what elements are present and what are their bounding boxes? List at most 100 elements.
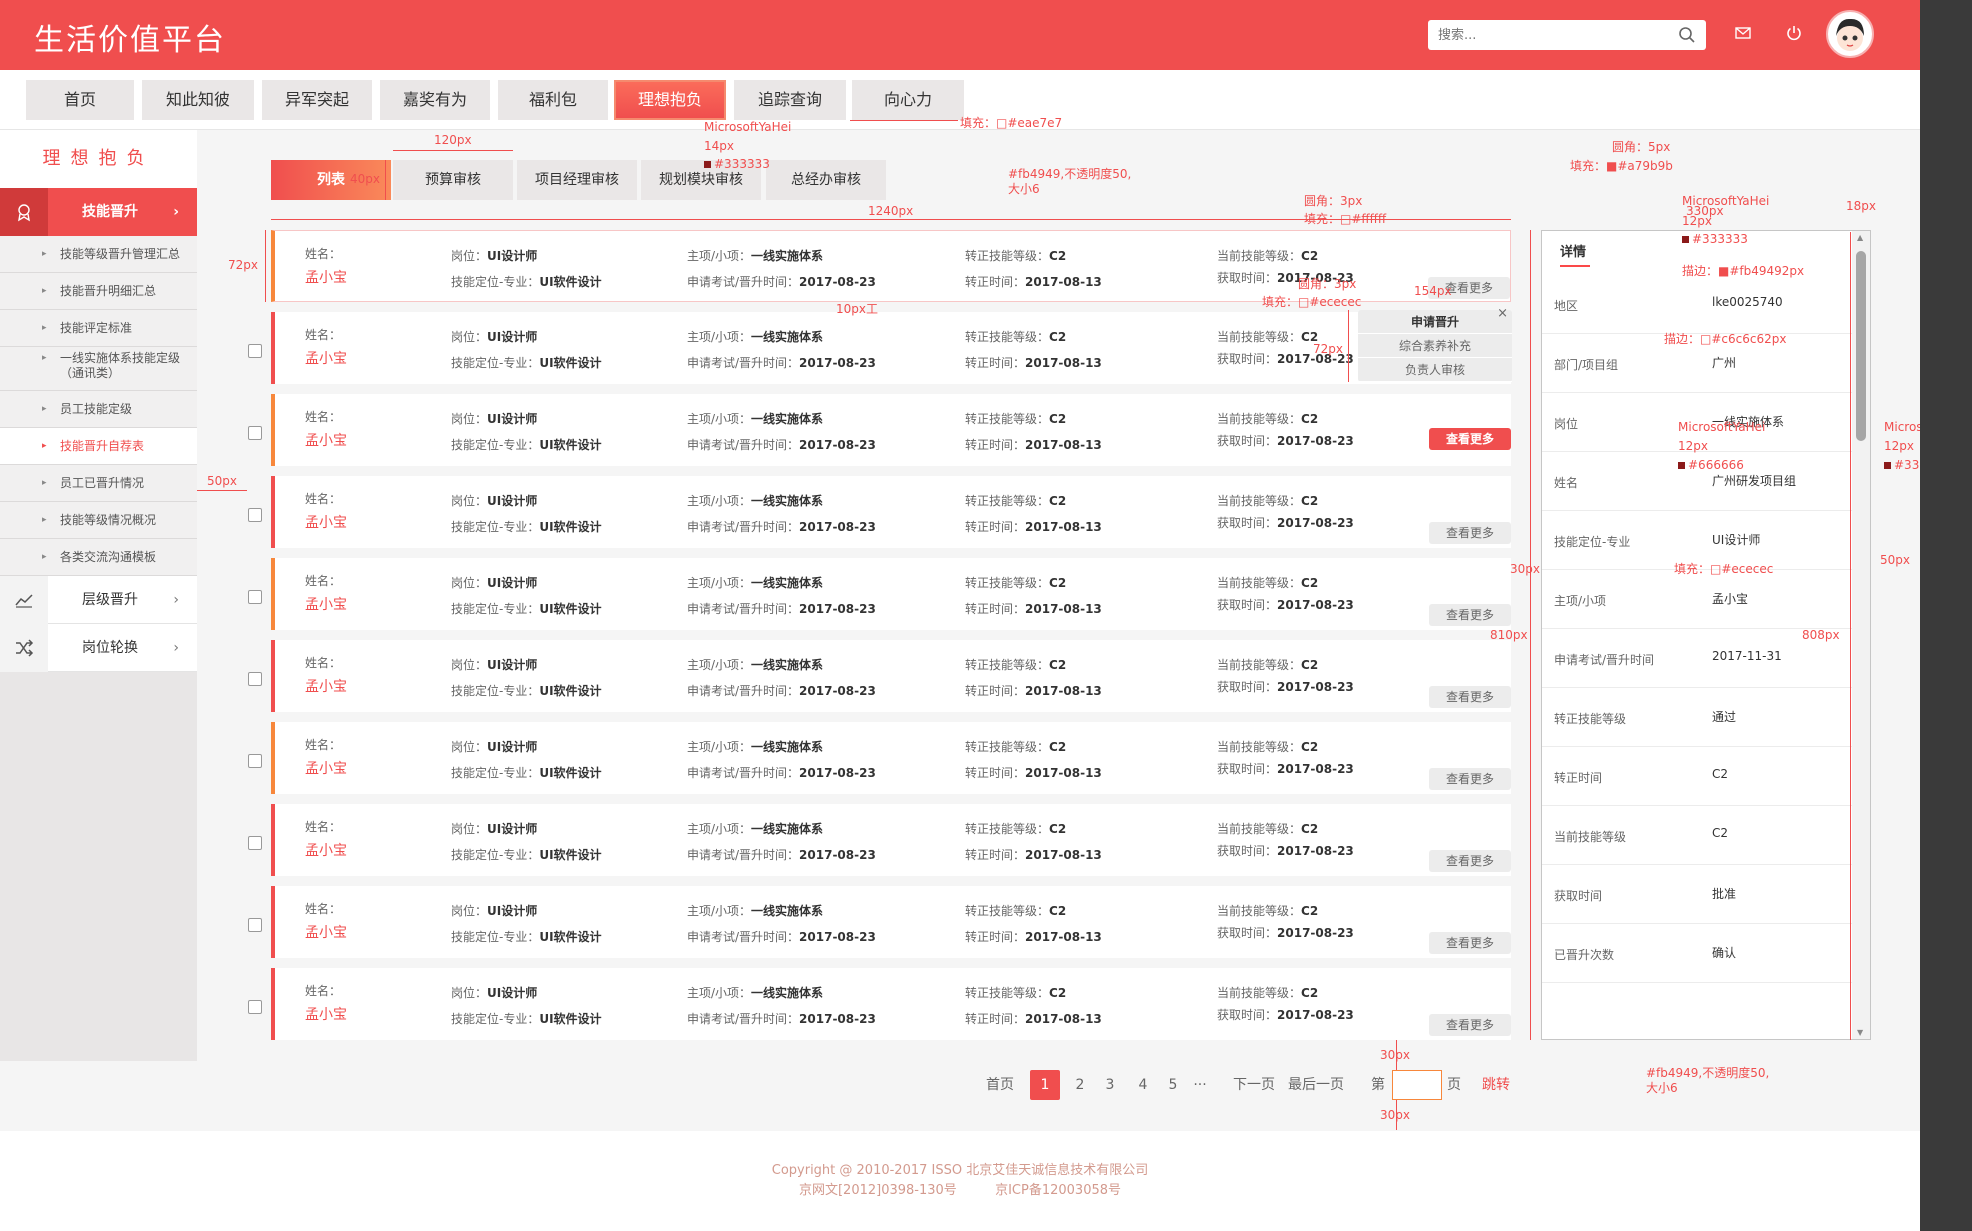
row-checkbox[interactable] — [248, 344, 262, 358]
skill-major: 技能定位-专业：UI软件设计 — [451, 436, 602, 453]
avatar[interactable] — [1826, 10, 1874, 58]
detail-value: 通过 — [1712, 710, 1737, 724]
nav-tab-centripetal[interactable]: 向心力 — [852, 80, 964, 120]
sidebar-subitem[interactable]: 技能晋升明细汇总 — [0, 273, 197, 310]
row-checkbox[interactable] — [248, 590, 262, 604]
page-number-input[interactable] — [1392, 1070, 1442, 1100]
table-row[interactable]: 姓名： 孟小宝 岗位：UI设计师 技能定位-专业：UI软件设计 主项/小项：一线实施体系… — [271, 886, 1511, 958]
sidebar-subitem-active[interactable]: 技能晋升自荐表 — [0, 428, 197, 465]
table-row[interactable]: 姓名： 孟小宝 岗位：UI设计师 技能定位-专业：UI软件设计 主项/小项：一线实施体系… — [271, 640, 1511, 712]
detail-row: 转正技能等级 通过 — [1542, 688, 1852, 747]
annotation: 10px工 — [836, 302, 878, 316]
row-checkbox[interactable] — [248, 918, 262, 932]
mail-icon[interactable] — [1734, 24, 1752, 45]
copyright: Copyright @ 2010-2017 ISSO 北京艾佳天诚信息技术有限公… — [771, 1163, 1149, 1178]
search-icon[interactable] — [1678, 26, 1696, 47]
pager-page[interactable]: 5 — [1163, 1070, 1183, 1100]
nav-tab-home[interactable]: 首页 — [26, 80, 134, 120]
regular-level-label: 转正技能等级： — [965, 658, 1050, 672]
subtab-pm-review[interactable]: 项目经理审核 — [517, 160, 637, 200]
regular-level: 转正技能等级：C2 — [965, 738, 1066, 755]
subtab-gm-review[interactable]: 总经办审核 — [766, 160, 886, 200]
pager-page[interactable]: 2 — [1070, 1070, 1090, 1100]
pager-page-current[interactable]: 1 — [1030, 1070, 1060, 1100]
view-more-button[interactable]: 查看更多 — [1429, 686, 1511, 708]
view-more-button[interactable]: 查看更多 — [1429, 428, 1511, 450]
annotation: 填充：□#ececec — [1262, 295, 1362, 309]
sidebar-subitem[interactable]: 员工已晋升情况 — [0, 465, 197, 502]
table-row[interactable]: 姓名： 孟小宝 岗位：UI设计师 技能定位-专业：UI软件设计 主项/小项：一线实施体系… — [271, 558, 1511, 630]
nav-tab-award[interactable]: 嘉奖有为 — [380, 80, 490, 120]
scroll-down-icon[interactable]: ▼ — [1857, 1028, 1863, 1037]
power-icon[interactable] — [1785, 24, 1803, 45]
name-label: 姓名： — [305, 984, 342, 998]
row-checkbox[interactable] — [248, 754, 262, 768]
regular-level-value: C2 — [1049, 904, 1067, 918]
popup-title[interactable]: 申请晋升 — [1358, 310, 1512, 334]
skill-major-label: 技能定位-专业： — [451, 1012, 540, 1026]
nav-tab-welfare[interactable]: 福利包 — [498, 80, 608, 120]
annotation: 14px — [704, 139, 734, 153]
detail-scrollbar[interactable]: ▲ ▼ — [1852, 231, 1870, 1039]
pager-page[interactable]: 3 — [1100, 1070, 1120, 1100]
pager-jump-button[interactable]: 跳转 — [1480, 1070, 1512, 1100]
skill-major: 技能定位-专业：UI软件设计 — [451, 846, 602, 863]
current-level: 当前技能等级：C2 — [1217, 738, 1318, 755]
regular-time-label: 转正时间： — [965, 1012, 1026, 1026]
view-more-button[interactable]: 查看更多 — [1429, 604, 1511, 626]
row-checkbox[interactable] — [248, 672, 262, 686]
sidebar-subitem[interactable]: 一线实施体系技能定级（通讯类） — [0, 347, 197, 391]
annotation: #333333 — [1682, 232, 1748, 246]
row-checkbox[interactable] — [248, 1000, 262, 1014]
nav-tab-rise[interactable]: 异军突起 — [262, 80, 372, 120]
pager-next[interactable]: 下一页 — [1232, 1070, 1276, 1100]
sidebar-subitem[interactable]: 各类交流沟通模板 — [0, 539, 197, 576]
sidebar-subitem[interactable]: 员工技能定级 — [0, 391, 197, 428]
annotation: 填充：□#ffffff — [1304, 212, 1387, 226]
nav-tab-ideal[interactable]: 理想抱负 — [614, 80, 726, 120]
sidebar-subitem[interactable]: 技能评定标准 — [0, 310, 197, 347]
sidebar-item-level-promotion[interactable]: 层级晋升 › — [0, 576, 197, 624]
table-row[interactable]: 姓名： 孟小宝 岗位：UI设计师 技能定位-专业：UI软件设计 主项/小项：一线实施体系… — [271, 722, 1511, 794]
regular-time-value: 2017-08-13 — [1025, 602, 1102, 616]
detail-value: C2 — [1712, 826, 1729, 840]
close-icon[interactable]: × — [1497, 306, 1508, 321]
row-checkbox[interactable] — [248, 836, 262, 850]
search-input[interactable] — [1428, 20, 1658, 50]
main-item-label: 主项/小项： — [687, 658, 752, 672]
scroll-thumb[interactable] — [1856, 251, 1866, 441]
row-checkbox[interactable] — [248, 508, 262, 522]
scroll-up-icon[interactable]: ▲ — [1857, 233, 1863, 242]
nav-tab-track[interactable]: 追踪查询 — [734, 80, 846, 120]
name-label: 姓名： — [305, 410, 342, 424]
view-more-button[interactable]: 查看更多 — [1429, 932, 1511, 954]
current-level: 当前技能等级：C2 — [1217, 492, 1318, 509]
popup-item[interactable]: 综合素养补充 — [1358, 334, 1512, 358]
table-row[interactable]: 姓名： 孟小宝 岗位：UI设计师 技能定位-专业：UI软件设计 主项/小项：一线实施体系… — [271, 476, 1511, 548]
pager-page[interactable]: 4 — [1133, 1070, 1153, 1100]
post-value: UI设计师 — [487, 986, 538, 1000]
sidebar-item-skill-promotion[interactable]: 技能晋升 › — [0, 188, 197, 236]
table-row[interactable]: 姓名： 孟小宝 岗位：UI设计师 技能定位-专业：UI软件设计 主项/小项：一线实施体系… — [271, 968, 1511, 1040]
sidebar-subitem[interactable]: 技能等级情况概况 — [0, 502, 197, 539]
pager-last[interactable]: 最后一页 — [1286, 1070, 1346, 1100]
view-more-button[interactable]: 查看更多 — [1429, 850, 1511, 872]
skill-major-value: UI软件设计 — [539, 438, 602, 452]
search-box[interactable] — [1428, 20, 1706, 50]
sidebar-item-job-rotation[interactable]: 岗位轮换 › — [0, 624, 197, 672]
view-more-button[interactable]: 查看更多 — [1429, 1014, 1511, 1036]
row-checkbox[interactable] — [248, 426, 262, 440]
sidebar-subitem[interactable]: 技能等级晋升管理汇总 — [0, 236, 197, 273]
pager-first[interactable]: 首页 — [982, 1070, 1018, 1100]
regular-time: 转正时间：2017-08-13 — [965, 600, 1102, 617]
chevron-right-icon: › — [173, 204, 179, 220]
sidebar-title: 理想抱负 — [0, 130, 197, 188]
view-more-button[interactable]: 查看更多 — [1429, 522, 1511, 544]
subtab-budget-review[interactable]: 预算审核 — [393, 160, 513, 200]
main-item-label: 主项/小项： — [687, 494, 752, 508]
popup-item[interactable]: 负责人审核 — [1358, 358, 1512, 382]
nav-tab-know[interactable]: 知此知彼 — [142, 80, 254, 120]
table-row[interactable]: 姓名： 孟小宝 岗位：UI设计师 技能定位-专业：UI软件设计 主项/小项：一线实施体系… — [271, 804, 1511, 876]
view-more-button[interactable]: 查看更多 — [1429, 768, 1511, 790]
table-row[interactable]: 姓名： 孟小宝 岗位：UI设计师 技能定位-专业：UI软件设计 主项/小项：一线实施体系… — [271, 394, 1511, 466]
